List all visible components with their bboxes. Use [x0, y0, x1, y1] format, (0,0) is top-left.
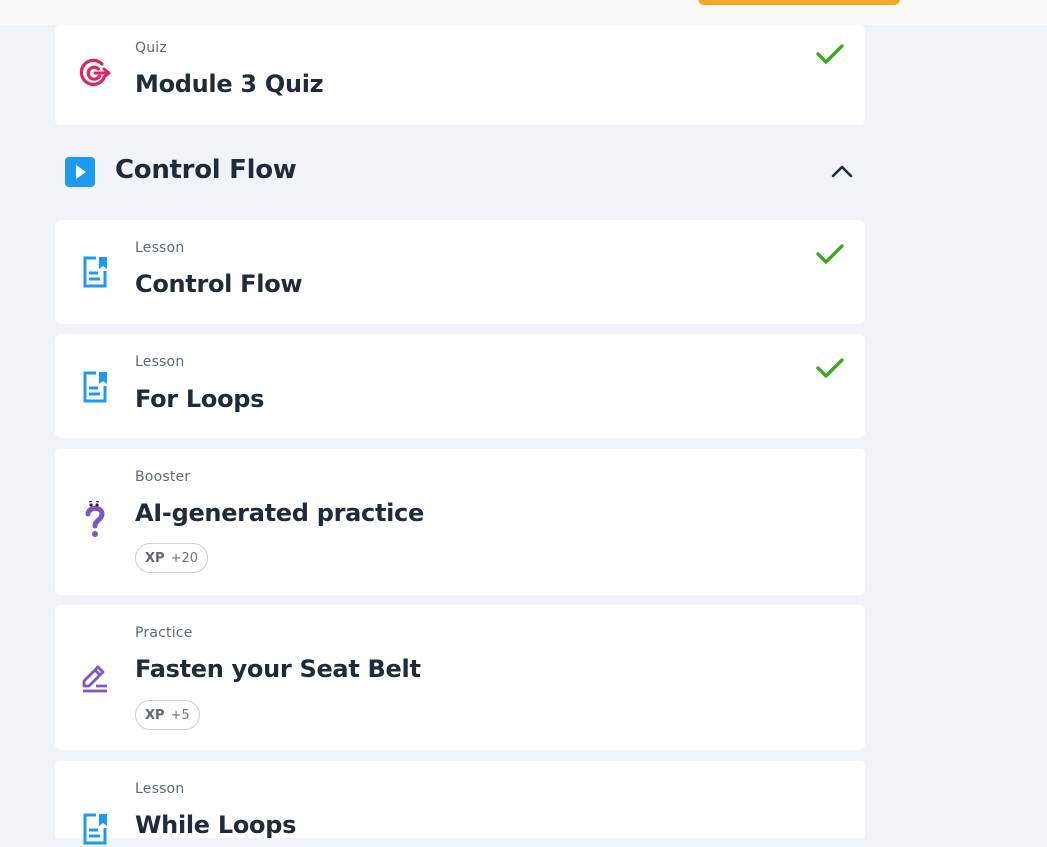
list-item-lesson[interactable]: Lesson Control Flow	[55, 220, 865, 324]
list-item-booster[interactable]: Booster AI-generated practice XP +20	[55, 449, 865, 595]
lesson-doc-icon	[77, 254, 113, 290]
lesson-doc-icon	[77, 369, 113, 405]
top-bar	[0, 0, 1047, 25]
target-icon	[77, 55, 113, 91]
item-title: While Loops	[135, 811, 297, 839]
check-icon	[816, 44, 844, 64]
item-type: Lesson	[135, 354, 185, 370]
pencil-icon	[77, 660, 113, 696]
lesson-doc-icon	[77, 811, 113, 847]
question-mark-icon	[77, 501, 113, 539]
list-item-practice[interactable]: Practice Fasten your Seat Belt XP +5	[55, 605, 865, 750]
play-icon	[65, 157, 95, 187]
xp-value: +5	[170, 707, 190, 723]
list-item-lesson[interactable]: Lesson For Loops	[55, 334, 865, 438]
section-title: Control Flow	[115, 155, 297, 185]
item-title: Module 3 Quiz	[135, 70, 324, 98]
item-type: Lesson	[135, 781, 185, 797]
xp-label: XP	[145, 550, 165, 566]
item-title: AI-generated practice	[135, 499, 424, 527]
item-title: For Loops	[135, 385, 265, 413]
check-icon	[816, 244, 844, 264]
section-header-control-flow[interactable]: Control Flow	[55, 150, 865, 194]
list-item-lesson[interactable]: Lesson While Loops	[55, 761, 865, 845]
xp-badge: XP +5	[135, 700, 200, 730]
item-type: Quiz	[135, 40, 167, 56]
top-action-button[interactable]	[698, 0, 900, 5]
chevron-up-icon[interactable]	[830, 162, 854, 180]
item-type: Lesson	[135, 240, 185, 256]
xp-badge: XP +20	[135, 543, 208, 573]
item-type: Booster	[135, 469, 191, 485]
check-icon	[816, 358, 844, 378]
item-type: Practice	[135, 625, 193, 641]
xp-value: +20	[170, 550, 198, 566]
list-item-quiz[interactable]: Quiz Module 3 Quiz	[55, 25, 865, 125]
item-title: Fasten your Seat Belt	[135, 655, 421, 683]
item-title: Control Flow	[135, 270, 303, 298]
xp-label: XP	[145, 707, 165, 723]
